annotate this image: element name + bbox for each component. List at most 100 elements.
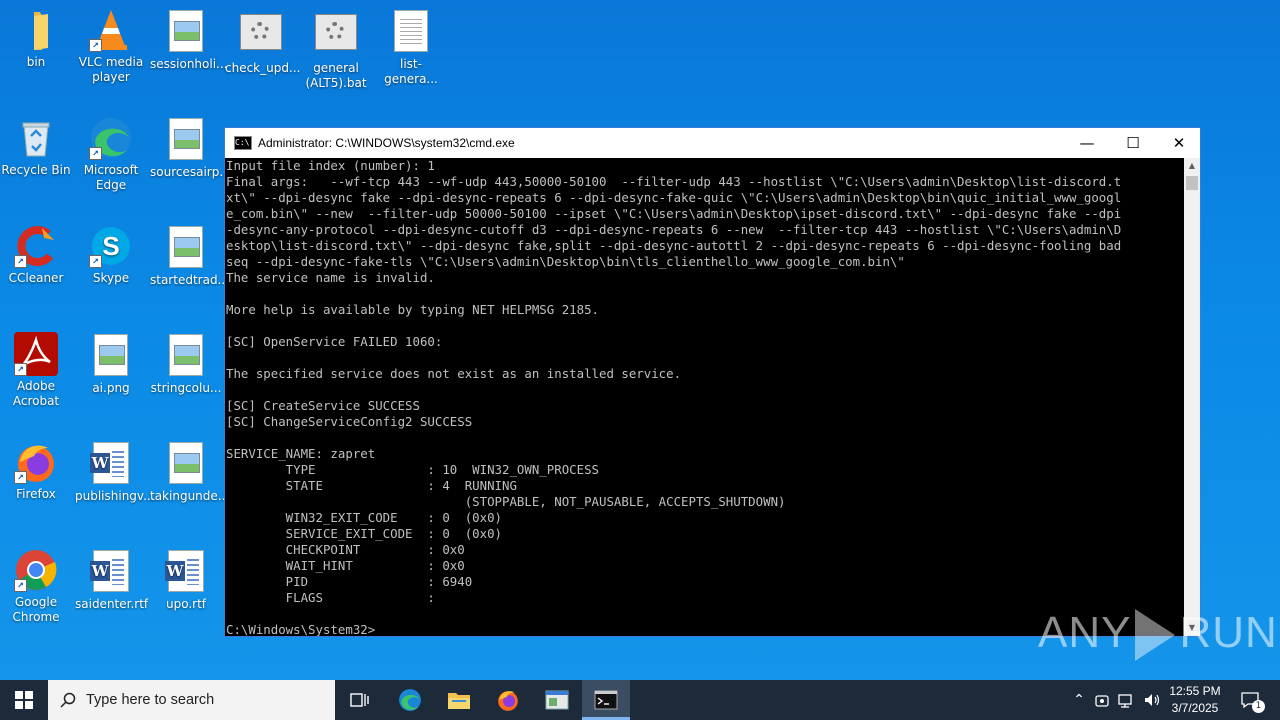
desktop-icon-recycle-bin[interactable]: Recycle Bin (0, 116, 72, 178)
desktop-icon-check-upd[interactable]: check_upd... (225, 8, 301, 76)
taskbar: Type here to search ⌃ 12:55 PM 3/7/2025 … (0, 680, 1280, 720)
desktop-icon-bin[interactable]: bin (0, 8, 72, 70)
desktop-icon-sourcesairp[interactable]: sourcesairp... (150, 116, 231, 180)
desktop-icon-microsoft-edge[interactable]: ↗ Microsoft Edge (75, 116, 147, 193)
console-line: xt\" --dpi-desync fake --dpi-desync-repe… (226, 190, 1122, 205)
desktop-icon-upo[interactable]: W upo.rtf (150, 548, 222, 612)
cmd-window[interactable]: C:\ Administrator: C:\WINDOWS\system32\c… (224, 127, 1201, 637)
taskbar-edge[interactable] (386, 680, 434, 720)
desktop-icon-vlc[interactable]: ↗ VLC media player (75, 8, 147, 85)
start-button[interactable] (0, 680, 48, 720)
desktop-icon-startedtrad[interactable]: startedtrad... (150, 224, 230, 288)
windows-logo-icon (15, 691, 33, 709)
shortcut-arrow-icon: ↗ (14, 363, 27, 376)
clock-time: 12:55 PM (1169, 684, 1221, 698)
console-line: FLAGS : (226, 590, 435, 605)
desktop-icon-label: Recycle Bin (1, 163, 71, 177)
console-output[interactable]: Input file index (number): 1 Final args: … (225, 158, 1186, 636)
skype-icon: S ↗ (89, 224, 133, 268)
scrollbar-thumb[interactable] (1186, 176, 1198, 190)
desktop-icon-label: saidenter.rtf (75, 597, 149, 611)
desktop-icon-adobe-acrobat[interactable]: ↗ Adobe Acrobat (0, 332, 72, 409)
search-placeholder: Type here to search (86, 692, 215, 708)
batch-file-icon (239, 14, 283, 58)
console-line: -desync-any-protocol --dpi-desync-cutoff… (226, 222, 1122, 237)
desktop-icon-label: takingunde... (150, 489, 230, 503)
desktop-icon-publishingv[interactable]: W publishingv... (75, 440, 155, 504)
desktop-icon-label: CCleaner (8, 271, 64, 285)
desktop-icon-firefox[interactable]: ↗ Firefox (0, 440, 72, 502)
security-icon[interactable] (1094, 692, 1110, 708)
console-line: TYPE : 10 WIN32_OWN_PROCESS (226, 462, 599, 477)
console-line: SERVICE_EXIT_CODE : 0 (0x0) (226, 526, 503, 541)
folder-icon (14, 8, 58, 52)
console-line: CHECKPOINT : 0x0 (226, 542, 465, 557)
cmd-icon (594, 690, 618, 710)
network-icon[interactable] (1118, 692, 1136, 708)
word-document-icon: W (89, 442, 133, 486)
desktop-icon-label: Google Chrome (12, 595, 60, 624)
image-file-icon (164, 334, 208, 378)
batch-file-icon (314, 14, 358, 58)
desktop-icon-label: stringcolu... (150, 381, 222, 395)
shortcut-arrow-icon: ↗ (89, 39, 102, 52)
chrome-icon: ↗ (14, 548, 58, 592)
taskbar-firefox[interactable] (484, 680, 532, 720)
console-line: WAIT_HINT : 0x0 (226, 558, 465, 573)
desktop-icon-general-alt5[interactable]: general (ALT5).bat (300, 8, 372, 91)
task-view-button[interactable] (336, 680, 384, 720)
image-file-icon (89, 334, 133, 378)
console-line: The specified service does not exist as … (226, 366, 682, 381)
desktop-icon-list-genera[interactable]: list-genera... (375, 8, 447, 87)
console-line: [SC] OpenService FAILED 1060: (226, 334, 443, 349)
console-line: PID : 6940 (226, 574, 473, 589)
taskbar-cmd[interactable] (582, 680, 630, 720)
watermark-right: RUN (1179, 608, 1278, 657)
desktop-icon-label: Microsoft Edge (83, 163, 139, 192)
desktop-icon-label: Skype (92, 271, 130, 285)
scroll-up-icon[interactable]: ▲ (1184, 158, 1200, 174)
action-center-button[interactable]: 1 (1230, 680, 1270, 720)
desktop-icon-takingunde[interactable]: takingunde... (150, 440, 230, 504)
show-hidden-icons-icon[interactable]: ⌃ (1070, 692, 1088, 708)
maximize-button[interactable]: ☐ (1110, 128, 1156, 158)
word-document-icon: W (89, 550, 133, 594)
close-button[interactable]: ✕ (1156, 128, 1202, 158)
desktop-icon-label: Adobe Acrobat (12, 379, 60, 408)
desktop-icon-saidenter[interactable]: W saidenter.rtf (75, 548, 149, 612)
desktop-icon-skype[interactable]: S ↗ Skype (75, 224, 147, 286)
desktop-icon-ccleaner[interactable]: ↗ CCleaner (0, 224, 72, 286)
text-file-icon (389, 10, 433, 54)
image-file-icon (164, 226, 208, 270)
console-line: The service name is invalid. (226, 270, 435, 285)
desktop-icon-label: list-genera... (384, 57, 438, 86)
desktop-icon-label: startedtrad... (150, 273, 230, 287)
notification-badge: 1 (1252, 700, 1265, 713)
vertical-scrollbar[interactable]: ▲ ▼ (1184, 158, 1200, 636)
acrobat-icon: ↗ (14, 332, 58, 376)
taskbar-clock[interactable]: 12:55 PM 3/7/2025 (1160, 683, 1230, 717)
desktop-icon-ai-png[interactable]: ai.png (75, 332, 147, 396)
taskbar-app-window[interactable] (533, 680, 581, 720)
taskbar-file-explorer[interactable] (435, 680, 483, 720)
clock-date: 3/7/2025 (1171, 701, 1219, 715)
console-line: WIN32_EXIT_CODE : 0 (0x0) (226, 510, 503, 525)
taskbar-search-box[interactable]: Type here to search (48, 680, 335, 720)
play-logo-icon (1135, 609, 1176, 662)
desktop-icon-sessionholi[interactable]: sessionholi... (150, 8, 228, 72)
desktop-icon-google-chrome[interactable]: ↗ Google Chrome (0, 548, 72, 625)
console-line: [SC] CreateService SUCCESS (226, 398, 420, 413)
shortcut-arrow-icon: ↗ (14, 255, 27, 268)
console-line: (STOPPABLE, NOT_PAUSABLE, ACCEPTS_SHUTDO… (226, 494, 786, 509)
ccleaner-icon: ↗ (14, 224, 58, 268)
minimize-button[interactable]: — (1064, 128, 1110, 158)
cmd-titlebar[interactable]: C:\ Administrator: C:\WINDOWS\system32\c… (225, 128, 1200, 158)
console-line: Final args: --wf-tcp 443 --wf-udp 443,50… (226, 174, 1122, 189)
desktop-icon-stringcolu[interactable]: stringcolu... (150, 332, 222, 396)
desktop-icon-label: sessionholi... (150, 57, 228, 71)
desktop-icon-label: check_upd... (225, 61, 301, 75)
cmd-window-icon: C:\ (234, 136, 252, 150)
